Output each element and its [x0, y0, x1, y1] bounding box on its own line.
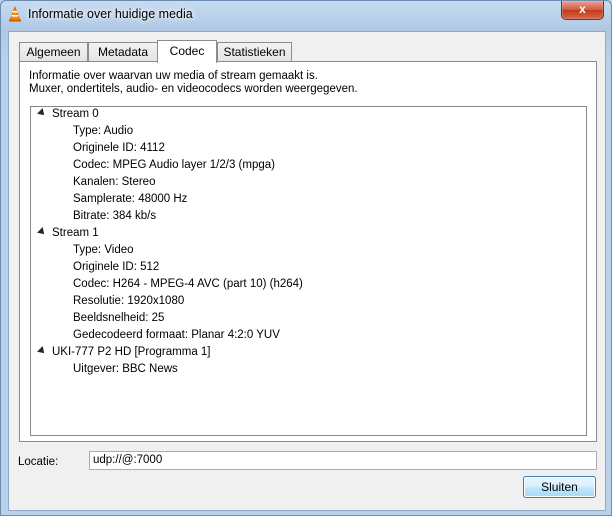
tree-item[interactable]: Uitgever: BBC News — [73, 362, 178, 377]
tab-statistieken[interactable]: Statistieken — [217, 42, 292, 62]
close-icon: x — [579, 2, 586, 16]
window-close-button[interactable]: x — [561, 1, 604, 20]
tree-item[interactable]: Type: Video — [73, 243, 134, 258]
title-bar[interactable]: Informatie over huidige media x — [1, 1, 611, 29]
tree-item[interactable]: Bitrate: 384 kb/s — [73, 209, 156, 224]
dialog-content: Algemeen Metadata Codec Statistieken Inf… — [8, 31, 606, 511]
tree-node-stream-0[interactable]: Stream 0 — [52, 107, 99, 122]
dialog-window: Informatie over huidige media x Algemeen… — [0, 0, 612, 516]
tab-algemeen[interactable]: Algemeen — [19, 42, 88, 62]
tree-item[interactable]: Gedecodeerd formaat: Planar 4:2:0 YUV — [73, 328, 280, 343]
close-button[interactable]: Sluiten — [523, 476, 596, 498]
tab-codec[interactable]: Codec — [157, 40, 217, 63]
tree-item[interactable]: Resolutie: 1920x1080 — [73, 294, 184, 309]
window-title: Informatie over huidige media — [28, 7, 193, 21]
tree-item[interactable]: Beeldsnelheid: 25 — [73, 311, 164, 326]
tree-node-stream-1[interactable]: Stream 1 — [52, 226, 99, 241]
codec-description: Informatie over waarvan uw media of stre… — [29, 70, 358, 96]
expand-arrow-icon[interactable] — [37, 108, 47, 118]
tree-item[interactable]: Samplerate: 48000 Hz — [73, 192, 187, 207]
location-label: Locatie: — [18, 456, 59, 468]
location-field[interactable]: udp://@:7000 — [89, 451, 597, 470]
description-line-2: Muxer, ondertitels, audio- en videocodec… — [29, 83, 358, 95]
tree-item[interactable]: Kanalen: Stereo — [73, 175, 155, 190]
tree-item[interactable]: Codec: H264 - MPEG-4 AVC (part 10) (h264… — [73, 277, 303, 292]
tree-item[interactable]: Originele ID: 512 — [73, 260, 159, 275]
expand-arrow-icon[interactable] — [37, 346, 47, 356]
description-line-1: Informatie over waarvan uw media of stre… — [29, 70, 318, 82]
vlc-cone-icon — [9, 6, 21, 22]
tree-item[interactable]: Type: Audio — [73, 124, 133, 139]
tree-item[interactable]: Originele ID: 4112 — [73, 141, 165, 156]
expand-arrow-icon[interactable] — [37, 227, 47, 237]
tree-node-program[interactable]: UKI-777 P2 HD [Programma 1] — [52, 345, 211, 360]
codec-panel: Informatie over waarvan uw media of stre… — [19, 61, 597, 442]
tab-metadata[interactable]: Metadata — [88, 42, 158, 62]
codec-tree[interactable]: Stream 0 Type: Audio Originele ID: 4112 … — [30, 106, 587, 436]
tree-item[interactable]: Codec: MPEG Audio layer 1/2/3 (mpga) — [73, 158, 275, 173]
